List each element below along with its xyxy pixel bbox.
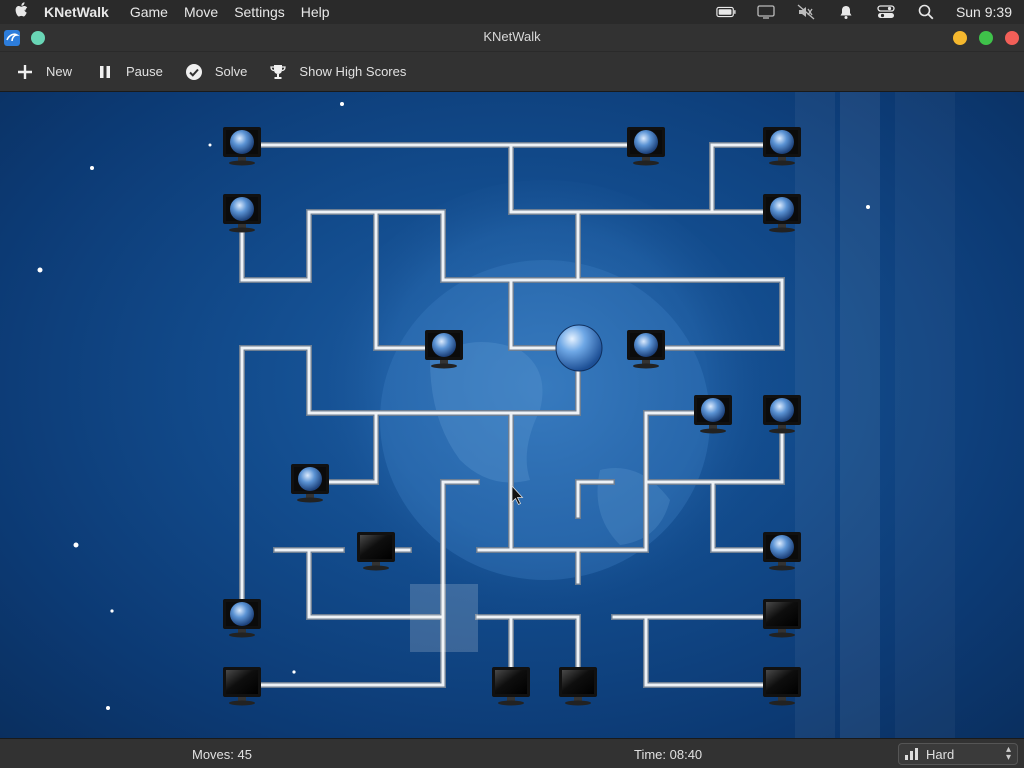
- pause-label: Pause: [126, 64, 163, 79]
- screen-mirroring-icon[interactable]: [756, 4, 776, 20]
- trophy-icon: [267, 61, 289, 83]
- menu-move[interactable]: Move: [184, 4, 218, 20]
- pause-button[interactable]: Pause: [90, 52, 167, 92]
- menu-settings[interactable]: Settings: [234, 4, 285, 20]
- menu-game[interactable]: Game: [130, 4, 168, 20]
- toolbar: New Pause Solve Show High Scores: [0, 52, 1024, 92]
- solve-button[interactable]: Solve: [179, 52, 252, 92]
- close-button[interactable]: [1005, 31, 1019, 45]
- cursor-highlight: [410, 584, 478, 652]
- difficulty-bars-icon: [905, 748, 918, 760]
- server-globe-icon[interactable]: [555, 324, 603, 372]
- apple-menu-icon[interactable]: [0, 1, 44, 24]
- show-high-scores-button[interactable]: Show High Scores: [263, 52, 410, 92]
- moves-counter: Moves: 45: [192, 747, 252, 762]
- menubar-clock[interactable]: Sun 9:39: [956, 4, 1012, 20]
- menu-help[interactable]: Help: [301, 4, 330, 20]
- system-menubar: KNetWalk Game Move Settings Help Sun 9:3…: [0, 0, 1024, 24]
- notification-bell-icon[interactable]: [836, 4, 856, 20]
- new-label: New: [46, 64, 73, 79]
- chevron-updown-icon: ▴ ▾: [1005, 744, 1011, 763]
- status-bar: Moves: 45 Time: 08:40 Hard ▴ ▾: [0, 738, 1024, 768]
- mute-speaker-icon[interactable]: [796, 4, 816, 20]
- pause-icon: [94, 61, 116, 83]
- high-scores-label: Show High Scores: [299, 64, 407, 79]
- new-game-button[interactable]: New: [10, 52, 76, 92]
- network-board-svg: [37, 102, 870, 710]
- maximize-button[interactable]: [979, 31, 993, 45]
- window-titlebar: KNetWalk: [0, 24, 1024, 52]
- time-counter: Time: 08:40: [634, 747, 703, 762]
- solve-label: Solve: [214, 64, 248, 79]
- control-center-icon[interactable]: [876, 4, 896, 20]
- checkmark-circle-icon: [183, 61, 205, 83]
- spotlight-search-icon[interactable]: [916, 4, 936, 20]
- window-title: KNetWalk: [483, 29, 541, 44]
- difficulty-select[interactable]: Hard ▴ ▾: [898, 743, 1018, 765]
- plus-icon: [14, 61, 36, 83]
- minimize-button[interactable]: [953, 31, 967, 45]
- difficulty-value: Hard: [926, 746, 955, 762]
- game-board[interactable]: [0, 92, 1024, 738]
- app-name-menu[interactable]: KNetWalk: [44, 4, 109, 20]
- battery-icon[interactable]: [716, 4, 736, 20]
